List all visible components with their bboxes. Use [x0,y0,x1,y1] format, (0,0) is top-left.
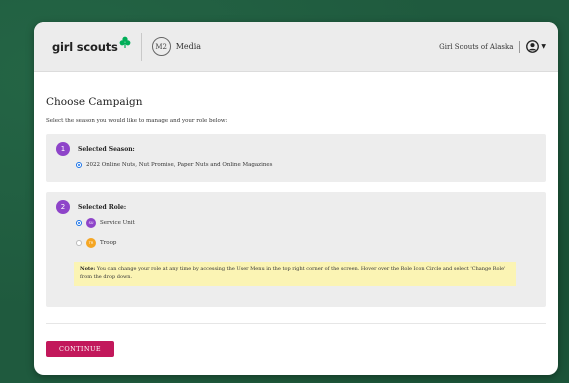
role-panel: 2 Selected Role: SU Service Unit TR Troo… [46,192,546,307]
step-number-2: 2 [56,200,70,214]
page-title: Choose Campaign [46,96,143,108]
season-step-header: 1 Selected Season: [56,142,536,156]
role-option-service-unit[interactable]: SU Service Unit [76,218,536,228]
note-label: Note: [80,266,96,272]
header-divider [140,32,142,61]
page-subtitle: Select the season you would like to mana… [46,118,228,124]
user-circle-icon [526,40,540,53]
header-separator [519,40,521,53]
role-option-troop[interactable]: TR Troop [76,238,536,248]
girl-scouts-logo[interactable]: girl scouts [52,36,131,54]
continue-button[interactable]: CONTINUE [46,341,114,357]
footer-divider [46,323,546,324]
logo-text: girl scouts [52,39,118,54]
troop-label: Troop [100,240,117,246]
season-radio[interactable] [76,162,82,168]
role-label: Selected Role: [78,203,127,211]
service-unit-role-icon: SU [86,218,96,228]
season-option-label: 2022 Online Nuts, Nut Promise, Paper Nut… [86,162,273,168]
main-content: Choose Campaign Select the season you wo… [34,96,558,307]
m2-label: Media [175,42,202,51]
app-window: girl scouts M2 Media Girl Scouts of Alas… [34,22,558,375]
season-panel: 1 Selected Season: 2022 Online Nuts, Nut… [46,134,546,182]
service-unit-radio[interactable] [76,220,82,226]
note-text: You can change your role at any time by … [80,266,506,280]
step-number-1: 1 [56,142,70,156]
season-label: Selected Season: [78,145,135,153]
troop-role-icon: TR [86,238,96,248]
header-bar: girl scouts M2 Media Girl Scouts of Alas… [34,22,558,72]
role-step-header: 2 Selected Role: [56,200,536,214]
m2-media-logo: M2 Media [151,37,202,56]
role-note: Note: You can change your role at any ti… [74,262,516,286]
trefoil-icon [119,36,131,48]
service-unit-label: Service Unit [100,220,135,226]
troop-radio[interactable] [76,240,82,246]
chevron-down-icon: ▼ [541,43,546,50]
m2-badge: M2 [151,37,171,56]
season-option[interactable]: 2022 Online Nuts, Nut Promise, Paper Nut… [76,162,536,168]
user-menu-button[interactable]: ▼ [526,40,546,53]
council-name: Girl Scouts of Alaska [439,42,514,51]
